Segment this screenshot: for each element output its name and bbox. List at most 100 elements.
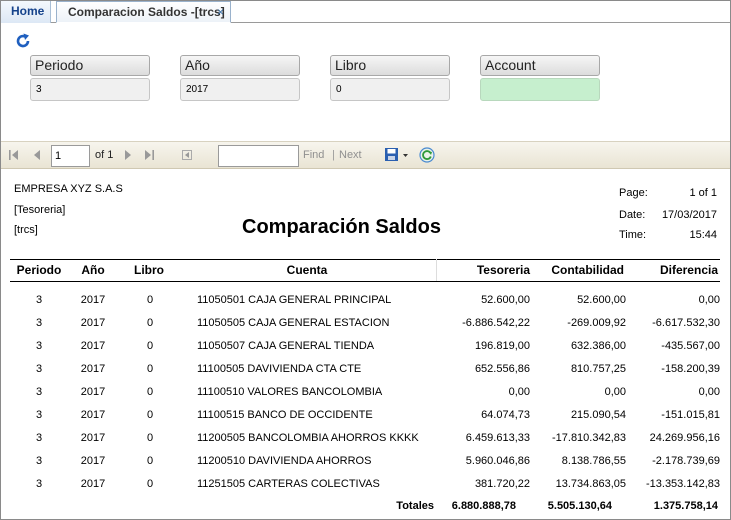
page-count-label: of 1 bbox=[95, 149, 114, 161]
cell-libro: 0 bbox=[146, 455, 154, 467]
cell-diferencia: 0,00 bbox=[698, 294, 720, 306]
totals-label: Totales bbox=[396, 500, 434, 512]
cell-anio: 2017 bbox=[80, 340, 106, 352]
cell-contabilidad: -269.009,92 bbox=[567, 317, 626, 329]
cell-tesoreria: 6.459.613,33 bbox=[465, 432, 530, 444]
previous-page-icon[interactable] bbox=[31, 149, 43, 161]
cell-periodo: 3 bbox=[35, 363, 43, 375]
page-label: Page: bbox=[619, 187, 648, 199]
cell-periodo: 3 bbox=[35, 340, 43, 352]
total-diferencia: 1.375.758,14 bbox=[653, 500, 718, 512]
periodo-field[interactable]: 3 bbox=[30, 78, 150, 101]
libro-field[interactable]: 0 bbox=[330, 78, 450, 101]
export-save-icon[interactable] bbox=[384, 147, 410, 163]
time-value: 15:44 bbox=[689, 229, 717, 241]
tab-comparacion-saldos[interactable]: Comparacion Saldos -[trcs] × bbox=[56, 1, 231, 23]
col-periodo: Periodo bbox=[16, 263, 62, 277]
date-value: 17/03/2017 bbox=[661, 209, 717, 221]
cell-cuenta: 11050505 CAJA GENERAL ESTACION bbox=[197, 317, 390, 329]
cell-libro: 0 bbox=[146, 340, 154, 352]
department-label: [Tesoreria] bbox=[14, 204, 66, 216]
col-diferencia: Diferencia bbox=[659, 263, 718, 277]
tab-bar: Home Comparacion Saldos -[trcs] × bbox=[1, 1, 730, 23]
cell-diferencia: -13.353.142,83 bbox=[645, 478, 720, 490]
cell-libro: 0 bbox=[146, 478, 154, 490]
cell-cuenta: 11251505 CARTERAS COLECTIVAS bbox=[197, 478, 380, 490]
cell-contabilidad: 810.757,25 bbox=[570, 363, 626, 375]
page-value: 1 of 1 bbox=[689, 187, 717, 199]
total-tesoreria: 6.880.888,78 bbox=[451, 500, 516, 512]
cell-libro: 0 bbox=[146, 363, 154, 375]
refresh-icon[interactable] bbox=[14, 32, 32, 50]
col-contabilidad: Contabilidad bbox=[551, 263, 624, 277]
cell-anio: 2017 bbox=[80, 455, 106, 467]
last-page-icon[interactable] bbox=[143, 149, 155, 161]
account-label: Account bbox=[480, 55, 600, 76]
cell-contabilidad: -17.810.342,83 bbox=[551, 432, 626, 444]
cell-cuenta: 11200510 DAVIVIENDA AHORROS bbox=[197, 455, 372, 467]
cell-anio: 2017 bbox=[80, 432, 106, 444]
cell-libro: 0 bbox=[146, 294, 154, 306]
col-cuenta: Cuenta bbox=[286, 263, 328, 277]
next-link[interactable]: Next bbox=[339, 149, 362, 161]
col-anio: Año bbox=[81, 263, 105, 277]
account-field[interactable] bbox=[480, 78, 600, 101]
refresh-report-icon[interactable] bbox=[418, 146, 436, 164]
date-label: Date: bbox=[619, 209, 646, 221]
cell-anio: 2017 bbox=[80, 317, 106, 329]
cell-periodo: 3 bbox=[35, 294, 43, 306]
cell-cuenta: 11100505 DAVIVIENDA CTA CTE bbox=[197, 363, 362, 375]
cell-tesoreria: 652.556,86 bbox=[474, 363, 530, 375]
toolbar-separator: | bbox=[332, 149, 335, 161]
cell-cuenta: 11050507 CAJA GENERAL TIENDA bbox=[197, 340, 375, 352]
periodo-label: Periodo bbox=[30, 55, 150, 76]
cell-periodo: 3 bbox=[35, 455, 43, 467]
cell-contabilidad: 0,00 bbox=[604, 386, 626, 398]
cell-tesoreria: 64.074,73 bbox=[481, 409, 530, 421]
first-page-icon[interactable] bbox=[8, 149, 20, 161]
anio-label: Año bbox=[180, 55, 300, 76]
cell-libro: 0 bbox=[146, 386, 154, 398]
next-page-icon[interactable] bbox=[122, 149, 134, 161]
libro-label: Libro bbox=[330, 55, 450, 76]
cell-periodo: 3 bbox=[35, 478, 43, 490]
cell-tesoreria: 196.819,00 bbox=[474, 340, 530, 352]
close-icon[interactable]: × bbox=[217, 2, 224, 22]
cell-cuenta: 11100515 BANCO DE OCCIDENTE bbox=[197, 409, 373, 421]
cell-contabilidad: 632.386,00 bbox=[570, 340, 626, 352]
col-libro: Libro bbox=[134, 263, 164, 277]
cell-anio: 2017 bbox=[80, 409, 106, 421]
cell-contabilidad: 52.600,00 bbox=[577, 294, 626, 306]
cell-libro: 0 bbox=[146, 432, 154, 444]
cell-diferencia: 0,00 bbox=[698, 386, 720, 398]
header-bottom-rule bbox=[10, 281, 720, 282]
cell-diferencia: -2.178.739,69 bbox=[652, 455, 720, 467]
cell-cuenta: 11050501 CAJA GENERAL PRINCIPAL bbox=[197, 294, 392, 306]
cell-diferencia: -158.200,39 bbox=[661, 363, 720, 375]
cell-contabilidad: 8.138.786,55 bbox=[561, 455, 626, 467]
cell-periodo: 3 bbox=[35, 317, 43, 329]
total-contabilidad: 5.505.130,64 bbox=[547, 500, 612, 512]
find-link[interactable]: Find bbox=[303, 149, 324, 161]
anio-field[interactable]: 2017 bbox=[180, 78, 300, 101]
report-toolbar: 1 of 1 Find | Next bbox=[1, 141, 730, 169]
col-tesoreria: Tesoreria bbox=[476, 263, 530, 277]
company-name: EMPRESA XYZ S.A.S bbox=[14, 183, 123, 195]
cell-libro: 0 bbox=[146, 409, 154, 421]
back-icon[interactable] bbox=[181, 149, 193, 161]
column-divider bbox=[436, 259, 437, 281]
cell-periodo: 3 bbox=[35, 409, 43, 421]
header-top-rule bbox=[10, 259, 720, 260]
find-input[interactable] bbox=[218, 145, 299, 167]
cell-tesoreria: 381.720,22 bbox=[474, 478, 530, 490]
cell-periodo: 3 bbox=[35, 432, 43, 444]
cell-tesoreria: 52.600,00 bbox=[481, 294, 530, 306]
cell-diferencia: -6.617.532,30 bbox=[652, 317, 720, 329]
cell-anio: 2017 bbox=[80, 386, 106, 398]
tab-home[interactable]: Home bbox=[1, 1, 51, 23]
cell-libro: 0 bbox=[146, 317, 154, 329]
cell-diferencia: -435.567,00 bbox=[661, 340, 720, 352]
page-number-input[interactable]: 1 bbox=[51, 145, 90, 167]
report-code: [trcs] bbox=[14, 224, 38, 236]
report-title: Comparación Saldos bbox=[242, 216, 441, 238]
